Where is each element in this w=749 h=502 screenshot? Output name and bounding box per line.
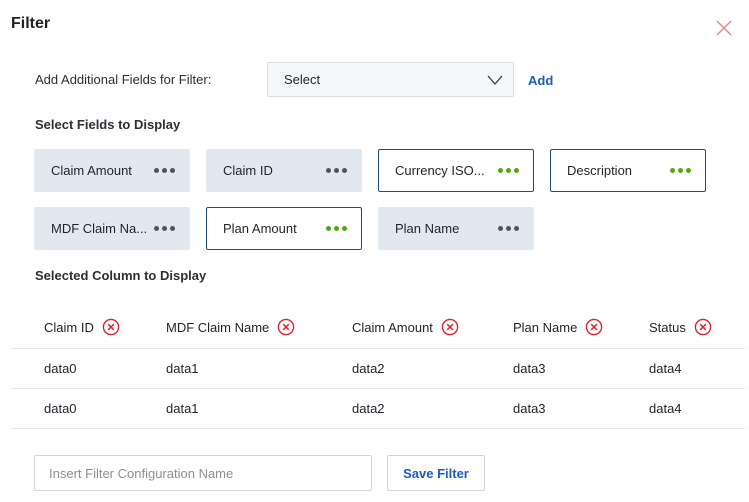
select-fields-label: Select Fields to Display xyxy=(35,117,181,132)
more-dots-icon[interactable] xyxy=(498,226,519,231)
remove-circle-icon[interactable] xyxy=(694,318,712,336)
remove-circle-icon[interactable] xyxy=(102,318,120,336)
field-chip-label: Claim Amount xyxy=(51,163,132,178)
table-cell: data0 xyxy=(44,361,77,376)
selected-columns-label: Selected Column to Display xyxy=(35,268,207,283)
column-header-label: Claim Amount xyxy=(352,319,433,335)
divider xyxy=(11,428,745,429)
table-cell: data1 xyxy=(166,361,199,376)
table-cell: data1 xyxy=(166,401,199,416)
field-chip[interactable]: Description xyxy=(550,149,706,192)
field-chip[interactable]: MDF Claim Na... xyxy=(34,207,190,250)
more-dots-icon[interactable] xyxy=(498,168,519,173)
close-icon[interactable] xyxy=(715,19,733,37)
field-chip[interactable]: Plan Name xyxy=(378,207,534,250)
more-dots-icon[interactable] xyxy=(154,226,175,231)
more-dots-icon[interactable] xyxy=(326,168,347,173)
add-field-button[interactable]: Add xyxy=(528,73,553,88)
remove-circle-icon[interactable] xyxy=(277,318,295,336)
field-select[interactable]: Select xyxy=(267,62,514,97)
column-header: Plan Name xyxy=(513,318,603,336)
field-chip[interactable]: Currency ISO... xyxy=(378,149,534,192)
field-chip-label: Plan Amount xyxy=(223,221,297,236)
table-cell: data0 xyxy=(44,401,77,416)
column-header-label: Claim ID xyxy=(44,319,94,335)
column-header-label: Plan Name xyxy=(513,319,578,335)
column-table-header: Claim ID MDF Claim Name Claim Amount Plan N… xyxy=(0,306,749,348)
field-chip[interactable]: Plan Amount xyxy=(206,207,362,250)
table-cell: data2 xyxy=(352,361,385,376)
dialog-title: Filter xyxy=(11,15,51,32)
more-dots-icon[interactable] xyxy=(154,168,175,173)
table-cell: data4 xyxy=(649,401,682,416)
column-header-label: MDF Claim Name xyxy=(166,319,270,335)
field-chip-label: MDF Claim Na... xyxy=(51,221,148,236)
field-chip[interactable]: Claim Amount xyxy=(34,149,190,192)
more-dots-icon[interactable] xyxy=(670,168,691,173)
field-chip-label: Description xyxy=(567,163,633,178)
save-filter-button[interactable]: Save Filter xyxy=(387,455,485,491)
field-chip-label: Plan Name xyxy=(395,221,460,236)
more-dots-icon[interactable] xyxy=(326,226,347,231)
column-header-label: Status xyxy=(649,319,686,335)
filter-name-input[interactable] xyxy=(34,455,372,491)
add-fields-label: Add Additional Fields for Filter: xyxy=(35,72,212,87)
chevron-down-icon xyxy=(487,75,503,85)
remove-circle-icon[interactable] xyxy=(441,318,459,336)
field-chip-label: Claim ID xyxy=(223,163,273,178)
column-header: Status xyxy=(649,318,712,336)
table-cell: data2 xyxy=(352,401,385,416)
remove-circle-icon[interactable] xyxy=(585,318,603,336)
field-select-value: Select xyxy=(284,72,321,87)
table-cell: data3 xyxy=(513,401,546,416)
divider xyxy=(11,388,745,389)
field-chip-label: Currency ISO... xyxy=(395,163,485,178)
field-chip[interactable]: Claim ID xyxy=(206,149,362,192)
divider xyxy=(11,348,745,349)
table-cell: data3 xyxy=(513,361,546,376)
table-cell: data4 xyxy=(649,361,682,376)
column-header: MDF Claim Name xyxy=(166,318,295,336)
column-header: Claim ID xyxy=(44,318,120,336)
column-header: Claim Amount xyxy=(352,318,459,336)
